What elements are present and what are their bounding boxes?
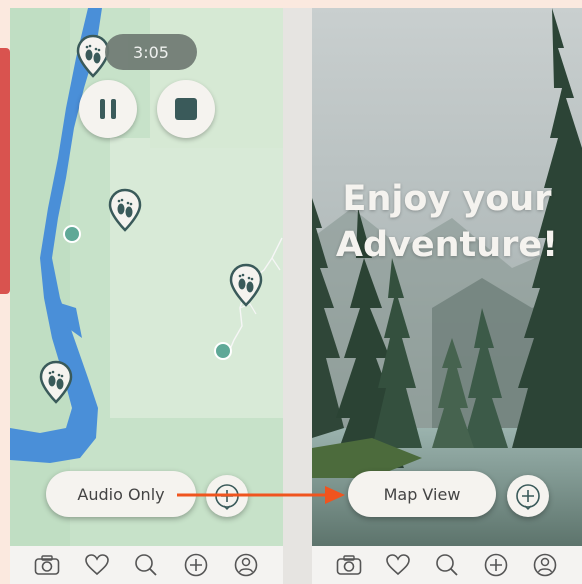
headline-line-2: Adventure! — [335, 225, 559, 265]
pause-icon — [100, 99, 116, 119]
bottom-tab-bar — [10, 546, 283, 584]
user-icon[interactable] — [232, 551, 260, 579]
search-icon[interactable] — [132, 551, 160, 579]
stop-button[interactable] — [157, 80, 215, 138]
audio-only-button[interactable]: Audio Only — [46, 471, 196, 517]
map-screen: 3:05 Audio Only — [10, 8, 283, 546]
bottom-tab-bar — [312, 546, 582, 584]
headline: Enjoy your Adventure! — [312, 176, 582, 268]
footprint-marker-icon[interactable] — [229, 263, 263, 307]
left-edge-strip — [0, 48, 10, 294]
plus-icon[interactable] — [182, 551, 210, 579]
camera-icon[interactable] — [335, 551, 363, 579]
user-icon[interactable] — [531, 551, 559, 579]
search-icon[interactable] — [433, 551, 461, 579]
plus-icon[interactable] — [482, 551, 510, 579]
pause-button[interactable] — [79, 80, 137, 138]
footprint-marker-icon[interactable] — [39, 360, 73, 404]
transition-arrow-icon — [177, 486, 345, 504]
add-location-icon — [516, 484, 540, 510]
add-location-button[interactable] — [507, 475, 549, 517]
elapsed-timer: 3:05 — [105, 34, 197, 70]
heart-icon[interactable] — [83, 551, 111, 579]
heart-icon[interactable] — [384, 551, 412, 579]
footprint-marker-icon[interactable] — [108, 188, 142, 232]
adventure-screen: Enjoy your Adventure! Map View — [312, 8, 582, 546]
map-view-button[interactable]: Map View — [348, 471, 496, 517]
headline-line-1: Enjoy your — [342, 179, 552, 219]
forest-lake-photo — [312, 8, 582, 546]
camera-icon[interactable] — [33, 551, 61, 579]
stop-icon — [175, 98, 197, 120]
